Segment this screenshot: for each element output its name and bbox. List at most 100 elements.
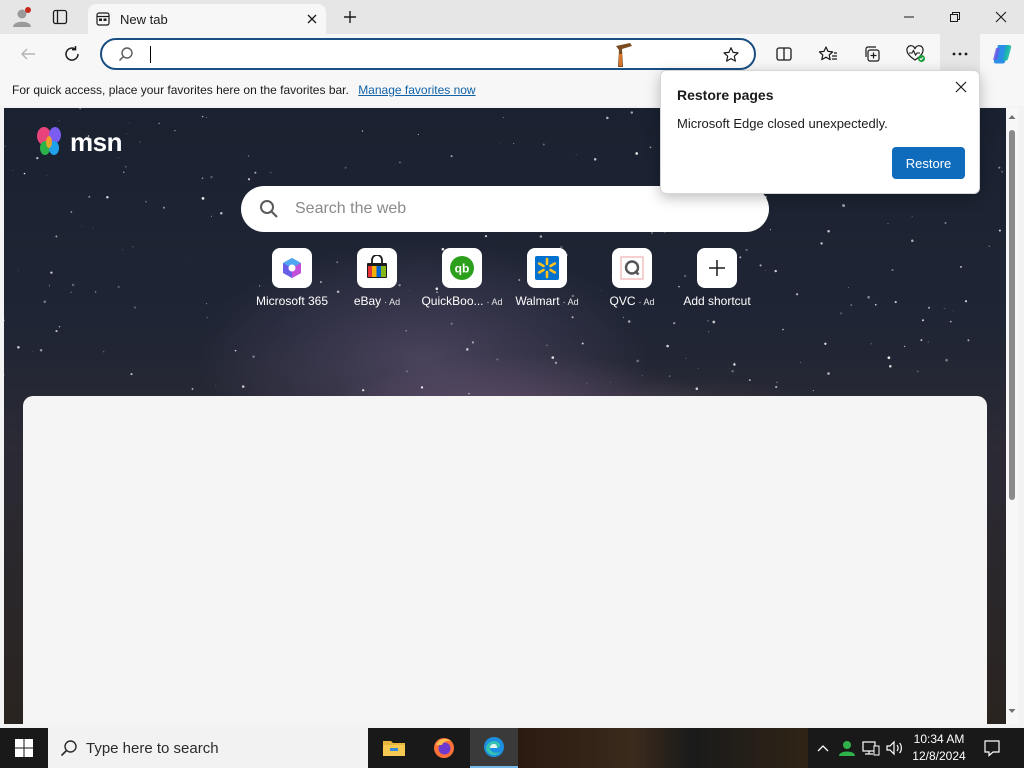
tray-user-app[interactable] [836,728,858,768]
scroll-down-icon[interactable] [1006,706,1018,716]
star [420,386,424,389]
star [496,358,499,361]
shortcut-tile [697,248,737,288]
dialog-close-button[interactable] [951,77,971,97]
star [921,319,925,322]
new-tab-button[interactable] [338,4,362,30]
star [697,367,699,369]
star [55,235,58,238]
collections-icon [865,46,880,62]
settings-and-more-button[interactable] [940,34,980,74]
star [666,344,669,348]
tab-new-tab[interactable]: New tab [88,4,326,34]
taskbar-firefox[interactable] [420,728,468,768]
shortcut-tile [612,248,652,288]
star [405,330,407,332]
manage-favorites-link[interactable]: Manage favorites now [358,83,475,97]
scroll-up-icon[interactable] [1006,112,1018,122]
star [220,211,223,215]
start-button[interactable] [0,728,48,768]
star [820,242,823,245]
star [824,342,827,345]
scrollbar-thumb[interactable] [1009,130,1015,500]
shortcut-microsoft-365[interactable]: Microsoft 365 [250,248,334,308]
ad-badge: · Ad [638,297,655,307]
star [126,133,127,135]
address-bar[interactable] [100,38,756,70]
split-screen-button[interactable] [768,38,800,70]
new-tab-page: msn Search the web Microsoft 365 eBay · … [4,108,1006,724]
refresh-button[interactable] [56,38,88,70]
shortcut-walmart[interactable]: Walmart · Ad [505,248,589,308]
star [450,155,453,158]
address-input[interactable] [150,43,590,65]
star [465,348,469,351]
restore-window-button[interactable] [932,0,978,34]
star [848,287,849,289]
page-scrollbar[interactable] [1006,108,1018,724]
shortcut-ebay[interactable]: eBay · Ad [335,248,419,308]
volume-control[interactable] [884,728,906,768]
chevron-up-icon [817,745,829,752]
network-icon [862,741,880,756]
star [201,177,204,179]
star [138,141,141,143]
clock-time: 10:34 AM [913,732,965,746]
shortcut-qvc[interactable]: QVC · Ad [590,248,674,308]
star [812,390,814,392]
ad-badge: · Ad [486,297,503,307]
taskbar-edge[interactable] [470,728,518,768]
close-icon [955,81,967,93]
star [398,161,401,164]
star [551,356,555,359]
back-button[interactable] [12,38,44,70]
taskbar-file-explorer[interactable] [370,728,418,768]
minimize-icon [904,16,914,18]
network-status[interactable] [860,728,882,768]
star [945,358,948,362]
add-shortcut-button[interactable]: Add shortcut [675,248,759,308]
profile-button[interactable] [8,4,36,30]
star [998,229,1001,232]
star [554,361,558,365]
shortcut-label: eBay [353,294,382,308]
firefox-icon [434,738,454,758]
star [668,375,671,377]
tab-actions-button[interactable] [46,4,74,30]
restore-pages-dialog: Restore pages Microsoft Edge closed unex… [660,70,980,194]
star [894,301,897,304]
copilot-button[interactable] [986,38,1018,70]
shortcut-quickbooks[interactable]: qb QuickBoo... · Ad [420,248,504,308]
star [796,293,799,296]
search-icon [60,740,77,757]
taskbar-search-box[interactable]: Type here to search [48,728,368,768]
taskbar-clock[interactable]: 10:34 AM 12/8/2024 [906,731,972,765]
star [539,235,543,238]
star [344,166,347,169]
star [887,356,891,360]
star [417,133,419,136]
browser-essentials-button[interactable] [900,38,932,70]
star [122,249,123,251]
favorites-button[interactable] [812,38,844,70]
add-favorite-button[interactable] [720,44,742,66]
star [201,115,204,118]
star [685,357,687,359]
star [125,166,127,168]
star [892,269,894,271]
collections-button[interactable] [856,38,888,70]
restore-button[interactable]: Restore [892,147,965,179]
close-window-button[interactable] [978,0,1024,34]
minimize-button[interactable] [886,0,932,34]
notifications-button[interactable] [978,728,1006,768]
close-tab-button[interactable] [306,13,318,25]
show-hidden-icons-button[interactable] [814,728,832,768]
star [651,232,653,234]
star [960,265,962,268]
star [903,345,906,348]
ad-badge: · Ad [384,297,401,307]
shortcut-tile [272,248,312,288]
star [857,263,859,265]
star [132,245,134,248]
msn-logo[interactable]: msn [34,126,122,158]
